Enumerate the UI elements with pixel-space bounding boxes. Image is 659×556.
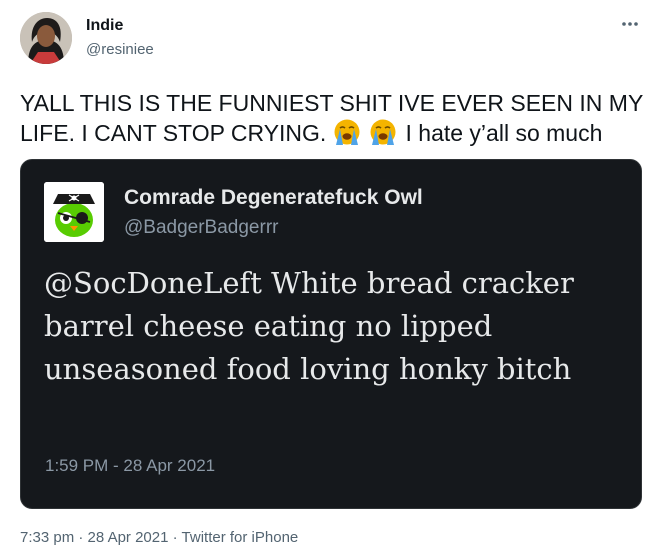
meta-separator: ·: [78, 529, 84, 546]
tweet-time[interactable]: 7:33 pm: [20, 529, 74, 546]
tweet-text: YALL THIS IS THE FUNNIEST SHIT IVE EVER …: [20, 88, 650, 148]
tweet-date[interactable]: 28 Apr 2021: [88, 529, 169, 546]
quoted-tweet-text: @SocDoneLeft White bread cracker barrel …: [44, 266, 574, 386]
loudly-crying-face-emoji: [334, 119, 360, 145]
quoted-tweet-image[interactable]: Comrade Degeneratefuck Owl @BadgerBadger…: [20, 159, 642, 509]
tweet-text-tail: I hate y’all so much: [405, 120, 603, 146]
tweet-source[interactable]: Twitter for iPhone: [182, 529, 299, 546]
pirate-owl-icon: [44, 182, 104, 242]
quoted-avatar: [44, 182, 104, 242]
tweet-meta: 7:33 pm · 28 Apr 2021 · Twitter for iPho…: [20, 529, 298, 546]
quoted-author-name: Comrade Degeneratefuck Owl: [124, 186, 423, 209]
more-options-button[interactable]: [614, 14, 644, 34]
author-handle[interactable]: @resiniee: [86, 41, 154, 58]
meta-separator: ·: [172, 529, 178, 546]
avatar-photo: [20, 12, 72, 64]
quoted-author-handle: @BadgerBadgerrr: [124, 217, 279, 238]
quoted-timestamp: 1:59 PM - 28 Apr 2021: [45, 456, 216, 475]
loudly-crying-face-emoji: [370, 119, 396, 145]
author-name[interactable]: Indie: [86, 17, 123, 35]
more-dots-icon: [622, 22, 638, 26]
tweet-avatar[interactable]: [20, 12, 72, 64]
